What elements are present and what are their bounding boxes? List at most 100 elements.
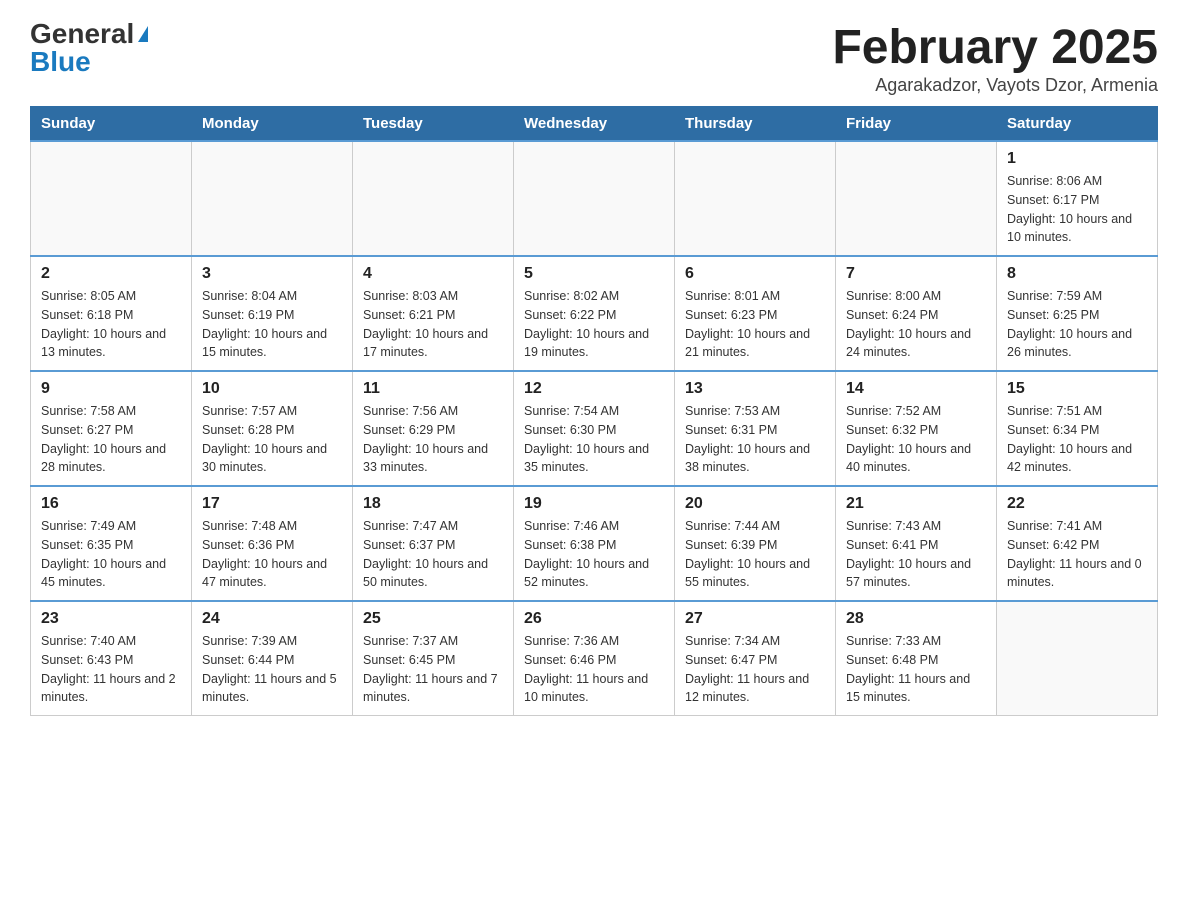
day-number: 4 <box>363 265 503 283</box>
calendar-cell <box>192 141 353 256</box>
logo-triangle-icon <box>138 26 148 42</box>
calendar-cell <box>31 141 192 256</box>
day-info: Sunrise: 7:58 AM Sunset: 6:27 PM Dayligh… <box>41 402 181 477</box>
calendar-cell: 18 Sunrise: 7:47 AM Sunset: 6:37 PM Dayli… <box>353 486 514 601</box>
calendar-cell <box>675 141 836 256</box>
day-number: 17 <box>202 495 342 513</box>
day-number: 13 <box>685 380 825 398</box>
calendar-week-5: 23 Sunrise: 7:40 AM Sunset: 6:43 PM Dayli… <box>31 601 1158 716</box>
calendar-cell: 22 Sunrise: 7:41 AM Sunset: 6:42 PM Dayli… <box>997 486 1158 601</box>
day-number: 21 <box>846 495 986 513</box>
day-info: Sunrise: 7:44 AM Sunset: 6:39 PM Dayligh… <box>685 517 825 592</box>
day-number: 10 <box>202 380 342 398</box>
day-info: Sunrise: 7:51 AM Sunset: 6:34 PM Dayligh… <box>1007 402 1147 477</box>
day-number: 9 <box>41 380 181 398</box>
day-number: 12 <box>524 380 664 398</box>
calendar-week-2: 2 Sunrise: 8:05 AM Sunset: 6:18 PM Daylig… <box>31 256 1158 371</box>
calendar-cell: 17 Sunrise: 7:48 AM Sunset: 6:36 PM Dayli… <box>192 486 353 601</box>
calendar-cell: 3 Sunrise: 8:04 AM Sunset: 6:19 PM Daylig… <box>192 256 353 371</box>
calendar-cell: 13Sunrise: 7:53 AM Sunset: 6:31 PM Dayli… <box>675 371 836 486</box>
day-info: Sunrise: 8:06 AM Sunset: 6:17 PM Dayligh… <box>1007 172 1147 247</box>
calendar-cell: 19 Sunrise: 7:46 AM Sunset: 6:38 PM Dayli… <box>514 486 675 601</box>
calendar-cell: 2 Sunrise: 8:05 AM Sunset: 6:18 PM Daylig… <box>31 256 192 371</box>
calendar-cell: 26 Sunrise: 7:36 AM Sunset: 6:46 PM Dayli… <box>514 601 675 716</box>
day-info: Sunrise: 7:52 AM Sunset: 6:32 PM Dayligh… <box>846 402 986 477</box>
day-number: 3 <box>202 265 342 283</box>
calendar-cell: 6 Sunrise: 8:01 AM Sunset: 6:23 PM Daylig… <box>675 256 836 371</box>
logo-blue-text: Blue <box>30 48 91 76</box>
page-header: General Blue February 2025 Agarakadzor, … <box>30 20 1158 96</box>
calendar-cell: 7 Sunrise: 8:00 AM Sunset: 6:24 PM Daylig… <box>836 256 997 371</box>
day-info: Sunrise: 7:47 AM Sunset: 6:37 PM Dayligh… <box>363 517 503 592</box>
day-number: 25 <box>363 610 503 628</box>
day-number: 15 <box>1007 380 1147 398</box>
calendar-cell: 1 Sunrise: 8:06 AM Sunset: 6:17 PM Daylig… <box>997 141 1158 256</box>
day-info: Sunrise: 8:02 AM Sunset: 6:22 PM Dayligh… <box>524 287 664 362</box>
day-number: 26 <box>524 610 664 628</box>
day-info: Sunrise: 7:37 AM Sunset: 6:45 PM Dayligh… <box>363 632 503 707</box>
calendar-cell: 4 Sunrise: 8:03 AM Sunset: 6:21 PM Daylig… <box>353 256 514 371</box>
day-number: 8 <box>1007 265 1147 283</box>
day-number: 16 <box>41 495 181 513</box>
day-number: 23 <box>41 610 181 628</box>
calendar-cell <box>353 141 514 256</box>
day-number: 2 <box>41 265 181 283</box>
calendar-cell: 14 Sunrise: 7:52 AM Sunset: 6:32 PM Dayli… <box>836 371 997 486</box>
day-number: 14 <box>846 380 986 398</box>
calendar-cell <box>997 601 1158 716</box>
calendar-cell: 5 Sunrise: 8:02 AM Sunset: 6:22 PM Daylig… <box>514 256 675 371</box>
calendar-cell: 8 Sunrise: 7:59 AM Sunset: 6:25 PM Daylig… <box>997 256 1158 371</box>
day-number: 5 <box>524 265 664 283</box>
calendar-cell: 23 Sunrise: 7:40 AM Sunset: 6:43 PM Dayli… <box>31 601 192 716</box>
calendar-cell: 21 Sunrise: 7:43 AM Sunset: 6:41 PM Dayli… <box>836 486 997 601</box>
day-number: 22 <box>1007 495 1147 513</box>
logo: General Blue <box>30 20 148 76</box>
day-info: Sunrise: 7:40 AM Sunset: 6:43 PM Dayligh… <box>41 632 181 707</box>
day-info: Sunrise: 7:56 AM Sunset: 6:29 PM Dayligh… <box>363 402 503 477</box>
day-info: Sunrise: 7:43 AM Sunset: 6:41 PM Dayligh… <box>846 517 986 592</box>
calendar-cell: 10 Sunrise: 7:57 AM Sunset: 6:28 PM Dayli… <box>192 371 353 486</box>
day-header-wednesday: Wednesday <box>514 107 675 142</box>
calendar-cell: 11Sunrise: 7:56 AM Sunset: 6:29 PM Dayli… <box>353 371 514 486</box>
title-block: February 2025 Agarakadzor, Vayots Dzor, … <box>832 20 1158 96</box>
day-info: Sunrise: 8:03 AM Sunset: 6:21 PM Dayligh… <box>363 287 503 362</box>
month-year-title: February 2025 <box>832 20 1158 75</box>
calendar-cell <box>514 141 675 256</box>
calendar-week-3: 9 Sunrise: 7:58 AM Sunset: 6:27 PM Daylig… <box>31 371 1158 486</box>
calendar-cell: 12 Sunrise: 7:54 AM Sunset: 6:30 PM Dayli… <box>514 371 675 486</box>
calendar-cell: 27 Sunrise: 7:34 AM Sunset: 6:47 PM Dayli… <box>675 601 836 716</box>
calendar-week-4: 16Sunrise: 7:49 AM Sunset: 6:35 PM Dayli… <box>31 486 1158 601</box>
day-info: Sunrise: 7:41 AM Sunset: 6:42 PM Dayligh… <box>1007 517 1147 592</box>
day-info: Sunrise: 7:54 AM Sunset: 6:30 PM Dayligh… <box>524 402 664 477</box>
day-info: Sunrise: 8:05 AM Sunset: 6:18 PM Dayligh… <box>41 287 181 362</box>
day-info: Sunrise: 7:34 AM Sunset: 6:47 PM Dayligh… <box>685 632 825 707</box>
day-info: Sunrise: 7:46 AM Sunset: 6:38 PM Dayligh… <box>524 517 664 592</box>
day-header-thursday: Thursday <box>675 107 836 142</box>
day-info: Sunrise: 7:48 AM Sunset: 6:36 PM Dayligh… <box>202 517 342 592</box>
day-header-saturday: Saturday <box>997 107 1158 142</box>
calendar-cell: 24 Sunrise: 7:39 AM Sunset: 6:44 PM Dayli… <box>192 601 353 716</box>
day-number: 6 <box>685 265 825 283</box>
calendar-cell: 28Sunrise: 7:33 AM Sunset: 6:48 PM Dayli… <box>836 601 997 716</box>
day-info: Sunrise: 7:39 AM Sunset: 6:44 PM Dayligh… <box>202 632 342 707</box>
day-header-tuesday: Tuesday <box>353 107 514 142</box>
day-number: 27 <box>685 610 825 628</box>
day-number: 1 <box>1007 150 1147 168</box>
day-header-sunday: Sunday <box>31 107 192 142</box>
day-info: Sunrise: 7:36 AM Sunset: 6:46 PM Dayligh… <box>524 632 664 707</box>
day-info: Sunrise: 8:00 AM Sunset: 6:24 PM Dayligh… <box>846 287 986 362</box>
calendar-cell: 9 Sunrise: 7:58 AM Sunset: 6:27 PM Daylig… <box>31 371 192 486</box>
day-header-monday: Monday <box>192 107 353 142</box>
calendar-cell: 20Sunrise: 7:44 AM Sunset: 6:39 PM Dayli… <box>675 486 836 601</box>
day-info: Sunrise: 7:57 AM Sunset: 6:28 PM Dayligh… <box>202 402 342 477</box>
day-info: Sunrise: 7:59 AM Sunset: 6:25 PM Dayligh… <box>1007 287 1147 362</box>
day-info: Sunrise: 8:01 AM Sunset: 6:23 PM Dayligh… <box>685 287 825 362</box>
day-number: 18 <box>363 495 503 513</box>
day-number: 19 <box>524 495 664 513</box>
day-number: 7 <box>846 265 986 283</box>
day-info: Sunrise: 8:04 AM Sunset: 6:19 PM Dayligh… <box>202 287 342 362</box>
calendar-table: SundayMondayTuesdayWednesdayThursdayFrid… <box>30 106 1158 716</box>
calendar-week-1: 1 Sunrise: 8:06 AM Sunset: 6:17 PM Daylig… <box>31 141 1158 256</box>
calendar-cell: 16Sunrise: 7:49 AM Sunset: 6:35 PM Dayli… <box>31 486 192 601</box>
day-number: 24 <box>202 610 342 628</box>
